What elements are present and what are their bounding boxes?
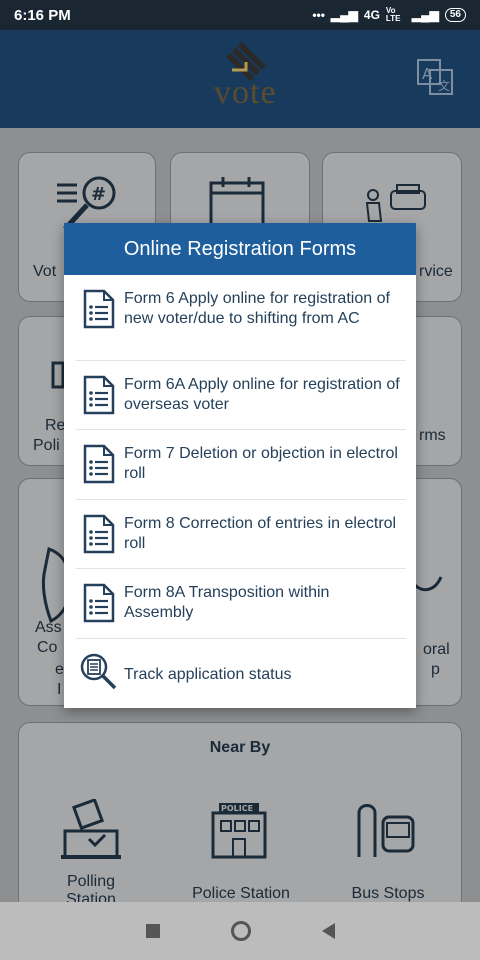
tile-register-label-2: Poli: [33, 437, 60, 454]
svg-text:A: A: [422, 65, 433, 83]
bus-stops-label[interactable]: Bus Stops: [333, 885, 443, 903]
police-sign-text: POLICE: [221, 804, 253, 813]
tile-electoral-label-1: oral: [423, 641, 450, 658]
tile-forms-label: rms: [419, 427, 446, 444]
document-icon: [83, 514, 115, 554]
nearby-section: Near By Polling Station POLICE Police St…: [18, 722, 462, 912]
app-header: vote A 文: [0, 30, 480, 128]
tile-assembly-label-2: Co: [37, 639, 58, 656]
volte-badge: Vo LTE: [385, 6, 401, 23]
nearby-title: Near By: [209, 739, 271, 756]
network-type: 4G: [363, 8, 380, 22]
dialog-title: Online Registration Forms: [64, 223, 416, 275]
tile-register-label-1: Re: [45, 417, 66, 434]
system-nav-bar: [0, 902, 480, 960]
status-icons: ••• ▂▄▆ 4G Vo LTE ▂▄▆ 56: [312, 7, 466, 23]
form-7-text: Form 7 Deletion or objection in electrol…: [124, 445, 398, 482]
police-station-label[interactable]: Police Station: [179, 885, 303, 903]
form-6-text: Form 6 Apply online for registration of …: [124, 290, 390, 327]
tile-assembly-label-1: Ass: [35, 619, 62, 636]
registration-forms-dialog: Online Registration Forms Form 6 Apply o…: [64, 223, 416, 708]
document-icon: [83, 444, 115, 484]
tile-service-label: rvice: [419, 263, 453, 280]
track-status-text: Track application status: [124, 666, 292, 683]
form-8a-item[interactable]: Form 8A Transposition within Assembly: [76, 569, 406, 639]
battery-icon: 56: [444, 8, 466, 22]
home-icon[interactable]: [230, 921, 251, 941]
electoral-icon: [413, 576, 443, 592]
bus-stop-icon[interactable]: [353, 799, 417, 863]
form-8-text: Form 8 Correction of entries in electrol…: [124, 515, 397, 552]
translate-icon[interactable]: A 文: [416, 58, 456, 96]
document-icon: [83, 289, 115, 329]
polling-station-icon[interactable]: [59, 799, 123, 863]
svg-text:文: 文: [438, 78, 450, 93]
svg-text:#: #: [91, 184, 106, 205]
document-icon: [83, 583, 115, 623]
form-6a-item[interactable]: Form 6A Apply online for registration of…: [76, 361, 406, 430]
tile-assembly-label-4: I: [57, 681, 62, 698]
police-station-icon[interactable]: POLICE: [207, 799, 271, 863]
back-icon[interactable]: [321, 923, 335, 939]
search-document-icon: [80, 653, 117, 690]
form-8a-text: Form 8A Transposition within Assembly: [124, 584, 330, 621]
signal-icon: ▂▄▆: [330, 8, 358, 22]
recents-icon[interactable]: [145, 924, 160, 938]
tile-assembly-label-3: e: [55, 661, 64, 678]
tile-electoral-label-2: p: [431, 661, 440, 678]
signal-icon-2: ▂▄▆: [411, 8, 439, 22]
more-dots-icon: •••: [312, 8, 325, 22]
form-8-item[interactable]: Form 8 Correction of entries in electrol…: [76, 500, 406, 569]
document-icon: [83, 375, 115, 415]
status-time: 6:16 PM: [14, 6, 71, 24]
form-7-item[interactable]: Form 7 Deletion or objection in electrol…: [76, 430, 406, 500]
logo-text: vote: [214, 74, 277, 111]
status-bar: 6:16 PM ••• ▂▄▆ 4G Vo LTE ▂▄▆ 56: [0, 0, 480, 30]
form-6a-text: Form 6A Apply online for registration of…: [124, 376, 400, 413]
tile-voter-label: Vot: [33, 263, 57, 280]
form-6-item[interactable]: Form 6 Apply online for registration of …: [76, 275, 406, 361]
track-status-item[interactable]: Track application status: [76, 639, 406, 705]
